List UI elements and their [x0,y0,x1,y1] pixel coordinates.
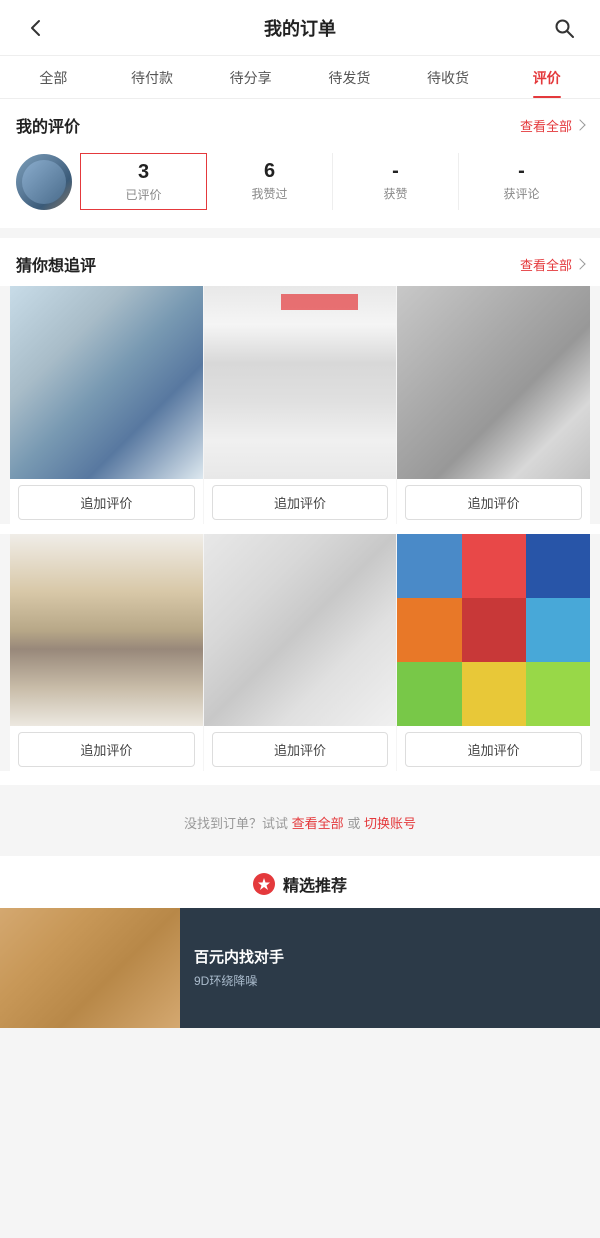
stats-items: 3 已评价 6 我赞过 - 获赞 - 获评论 [80,153,584,210]
avatar-inner [22,160,66,204]
tab-all[interactable]: 全部 [4,56,103,98]
products-grid-row2: 追加评价 追加评价 追加评价 [0,534,600,772]
img-cell-3 [526,534,590,598]
order-tabs: 全部 待付款 待分享 待发货 待收货 评价 [0,56,600,99]
img-cell-6 [526,598,590,662]
stat-received-likes[interactable]: - 获赞 [333,153,459,210]
product-cell-4: 追加评价 [10,534,203,772]
tab-review[interactable]: 评价 [497,56,596,98]
add-review-button-4[interactable]: 追加评价 [18,732,195,767]
my-review-see-all[interactable]: 查看全部 [520,116,584,135]
featured-products: 百元内找对手 9D环绕降噪 [0,908,600,1028]
stat-liked[interactable]: 6 我赞过 [207,153,333,210]
my-review-title: 我的评价 [16,113,80,137]
guess-review-section: 猜你想追评 查看全部 追加评价 追加评价 追加评价 [0,238,600,785]
product-cell-6: 追加评价 [397,534,590,772]
footer-note: 没找到订单？试试 查看全部 或 切换账号 [0,795,600,846]
add-review-button-3[interactable]: 追加评价 [405,485,582,520]
featured-product-image [0,908,180,1028]
product-img-inner-1 [10,286,203,479]
product-cell-2: 追加评价 [204,286,397,524]
product-cell-3: 追加评价 [397,286,590,524]
app-header: 我的订单 [0,0,600,56]
product-img-inner-4 [10,534,203,727]
my-review-section: 我的评价 查看全部 3 已评价 6 我赞过 - 获赞 - 获评论 [0,99,600,228]
add-review-button-5[interactable]: 追加评价 [212,732,389,767]
my-review-header: 我的评价 查看全部 [0,99,600,147]
guess-review-header: 猜你想追评 查看全部 [0,238,600,286]
product-img-inner-5 [204,534,397,727]
search-button[interactable] [546,10,582,46]
switch-account-link[interactable]: 切换账号 [364,816,416,831]
img-cell-4 [397,598,461,662]
product-img-inner-3 [397,286,590,479]
see-all-orders-link[interactable]: 查看全部 [292,816,344,831]
product-cell-5: 追加评价 [204,534,397,772]
featured-product-info: 百元内找对手 9D环绕降噪 [180,908,600,1028]
img-cell-9 [526,662,590,726]
featured-section: 精选推荐 百元内找对手 9D环绕降噪 [0,856,600,1028]
tab-pending-ship[interactable]: 待发货 [300,56,399,98]
chevron-right-icon [574,119,585,130]
featured-title: 精选推荐 [283,872,347,896]
product-image-1 [10,286,203,479]
product-image-5 [204,534,397,727]
back-button[interactable] [18,10,54,46]
tab-pending-receive[interactable]: 待收货 [399,56,498,98]
product-image-3 [397,286,590,479]
review-stats-row: 3 已评价 6 我赞过 - 获赞 - 获评论 [0,147,600,228]
featured-product-sub: 9D环绕降噪 [194,972,586,989]
featured-header: 精选推荐 [0,856,600,908]
product-img-inner-2 [204,286,397,479]
add-review-button-2[interactable]: 追加评价 [212,485,389,520]
featured-product-title: 百元内找对手 [194,948,586,968]
tab-pending-share[interactable]: 待分享 [201,56,300,98]
stat-reviewed[interactable]: 3 已评价 [80,153,207,210]
add-review-button-1[interactable]: 追加评价 [18,485,195,520]
product-image-6 [397,534,590,727]
img-cell-8 [462,662,526,726]
tab-pending-pay[interactable]: 待付款 [103,56,202,98]
product-img-inner-6 [397,534,590,727]
stat-received-comments[interactable]: - 获评论 [459,153,584,210]
img-cell-2 [462,534,526,598]
product-image-2 [204,286,397,479]
chevron-right-icon [574,258,585,269]
featured-icon [253,873,275,895]
img-cell-5 [462,598,526,662]
guess-review-see-all[interactable]: 查看全部 [520,255,584,274]
product-cell-1: 追加评价 [10,286,203,524]
img-cell-1 [397,534,461,598]
products-grid-row1: 追加评价 追加评价 追加评价 [0,286,600,524]
product-image-4 [10,534,203,727]
img-cell-7 [397,662,461,726]
avatar [16,154,72,210]
add-review-button-6[interactable]: 追加评价 [405,732,582,767]
page-title: 我的订单 [54,15,546,41]
guess-review-title: 猜你想追评 [16,252,96,276]
